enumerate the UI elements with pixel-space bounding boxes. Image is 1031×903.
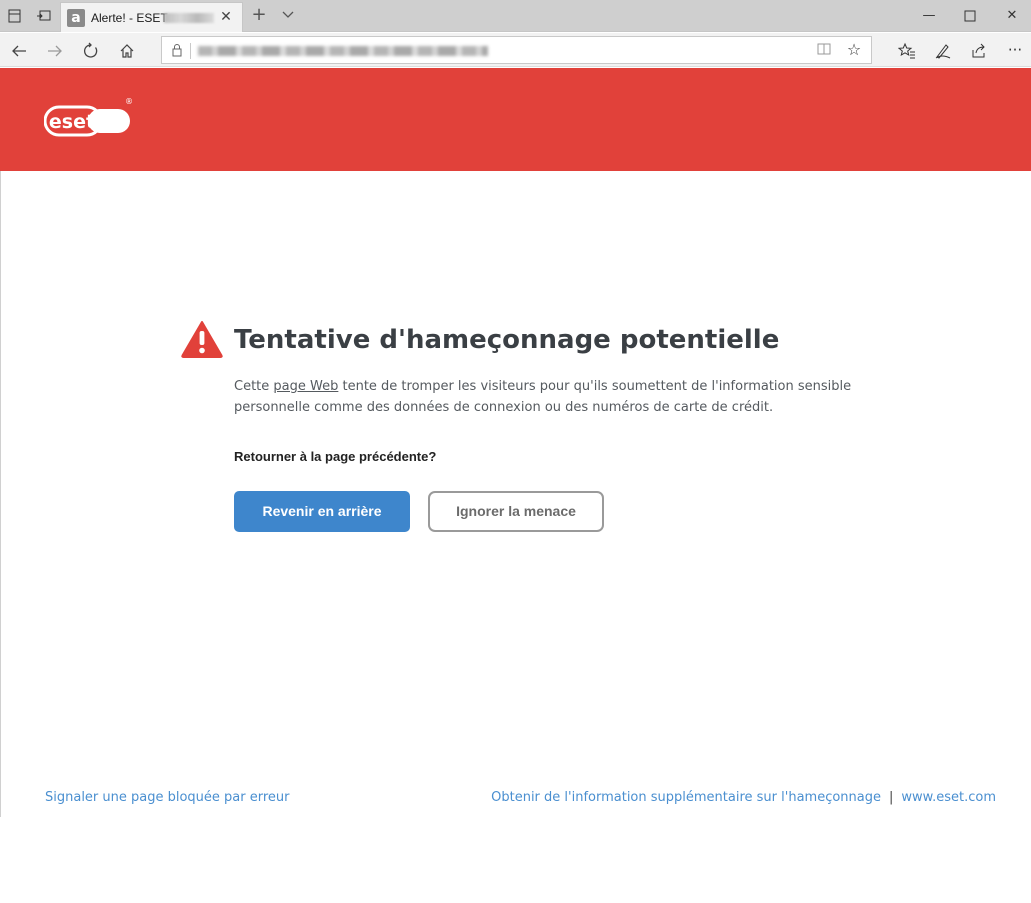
home-icon[interactable] bbox=[116, 39, 138, 61]
alert-content: Tentative d'hameçonnage potentielle Cett… bbox=[0, 171, 1031, 817]
svg-text:eset: eset bbox=[49, 111, 95, 133]
maximize-icon[interactable] bbox=[947, 0, 993, 32]
close-window-icon[interactable]: ✕ bbox=[989, 0, 1031, 32]
warning-icon bbox=[181, 321, 223, 358]
active-tab[interactable]: a Alerte! - ESET ✕ bbox=[60, 2, 243, 32]
footer-links: Obtenir de l'information supplémentaire … bbox=[491, 790, 996, 805]
web-page-link[interactable]: page Web bbox=[273, 379, 338, 394]
eset-header: eset ® bbox=[0, 68, 1031, 171]
reading-view-icon[interactable] bbox=[816, 42, 832, 58]
refresh-icon[interactable] bbox=[80, 39, 102, 61]
pen-icon[interactable] bbox=[932, 39, 954, 61]
tab-title-redacted bbox=[164, 13, 214, 23]
tab-favicon: a bbox=[67, 9, 85, 27]
page-title: Tentative d'hameçonnage potentielle bbox=[234, 325, 780, 355]
ignore-threat-button[interactable]: Ignorer la menace bbox=[428, 491, 604, 532]
browser-nav-bar: ☆ ··· bbox=[0, 33, 1031, 67]
lock-icon[interactable] bbox=[170, 43, 184, 57]
footer-separator: | bbox=[889, 790, 894, 805]
registered-mark: ® bbox=[125, 97, 133, 106]
more-icon[interactable]: ··· bbox=[1004, 39, 1026, 61]
share-icon[interactable] bbox=[968, 39, 990, 61]
minimize-icon[interactable]: — bbox=[906, 0, 952, 32]
close-icon[interactable]: ✕ bbox=[218, 9, 234, 25]
restore-tabs-icon[interactable] bbox=[36, 8, 52, 24]
eset-logo: eset bbox=[44, 105, 130, 137]
phishing-info-link[interactable]: Obtenir de l'information supplémentaire … bbox=[491, 790, 881, 805]
star-icon[interactable]: ☆ bbox=[845, 41, 863, 59]
report-false-positive-link[interactable]: Signaler une page bloquée par erreur bbox=[45, 790, 290, 805]
chevron-down-icon[interactable] bbox=[280, 8, 296, 24]
back-arrow-icon[interactable] bbox=[8, 39, 30, 61]
go-back-button[interactable]: Revenir en arrière bbox=[234, 491, 410, 532]
address-separator bbox=[190, 43, 191, 59]
plus-icon[interactable]: + bbox=[250, 6, 268, 24]
tabs-aside-icon[interactable] bbox=[7, 8, 23, 24]
go-back-question: Retourner à la page précédente? bbox=[234, 449, 437, 464]
address-url-redacted[interactable] bbox=[198, 46, 488, 56]
browser-title-bar: a Alerte! - ESET ✕ + — ✕ bbox=[0, 0, 1031, 32]
desc-prefix: Cette bbox=[234, 379, 274, 394]
tab-title: Alerte! - ESET bbox=[91, 11, 168, 25]
forward-arrow-icon[interactable] bbox=[44, 39, 66, 61]
favorites-list-icon[interactable] bbox=[896, 39, 918, 61]
alert-description: Cette page Web tente de tromper les visi… bbox=[234, 376, 874, 418]
eset-site-link[interactable]: www.eset.com bbox=[901, 790, 996, 805]
address-bar[interactable]: ☆ bbox=[161, 36, 872, 64]
